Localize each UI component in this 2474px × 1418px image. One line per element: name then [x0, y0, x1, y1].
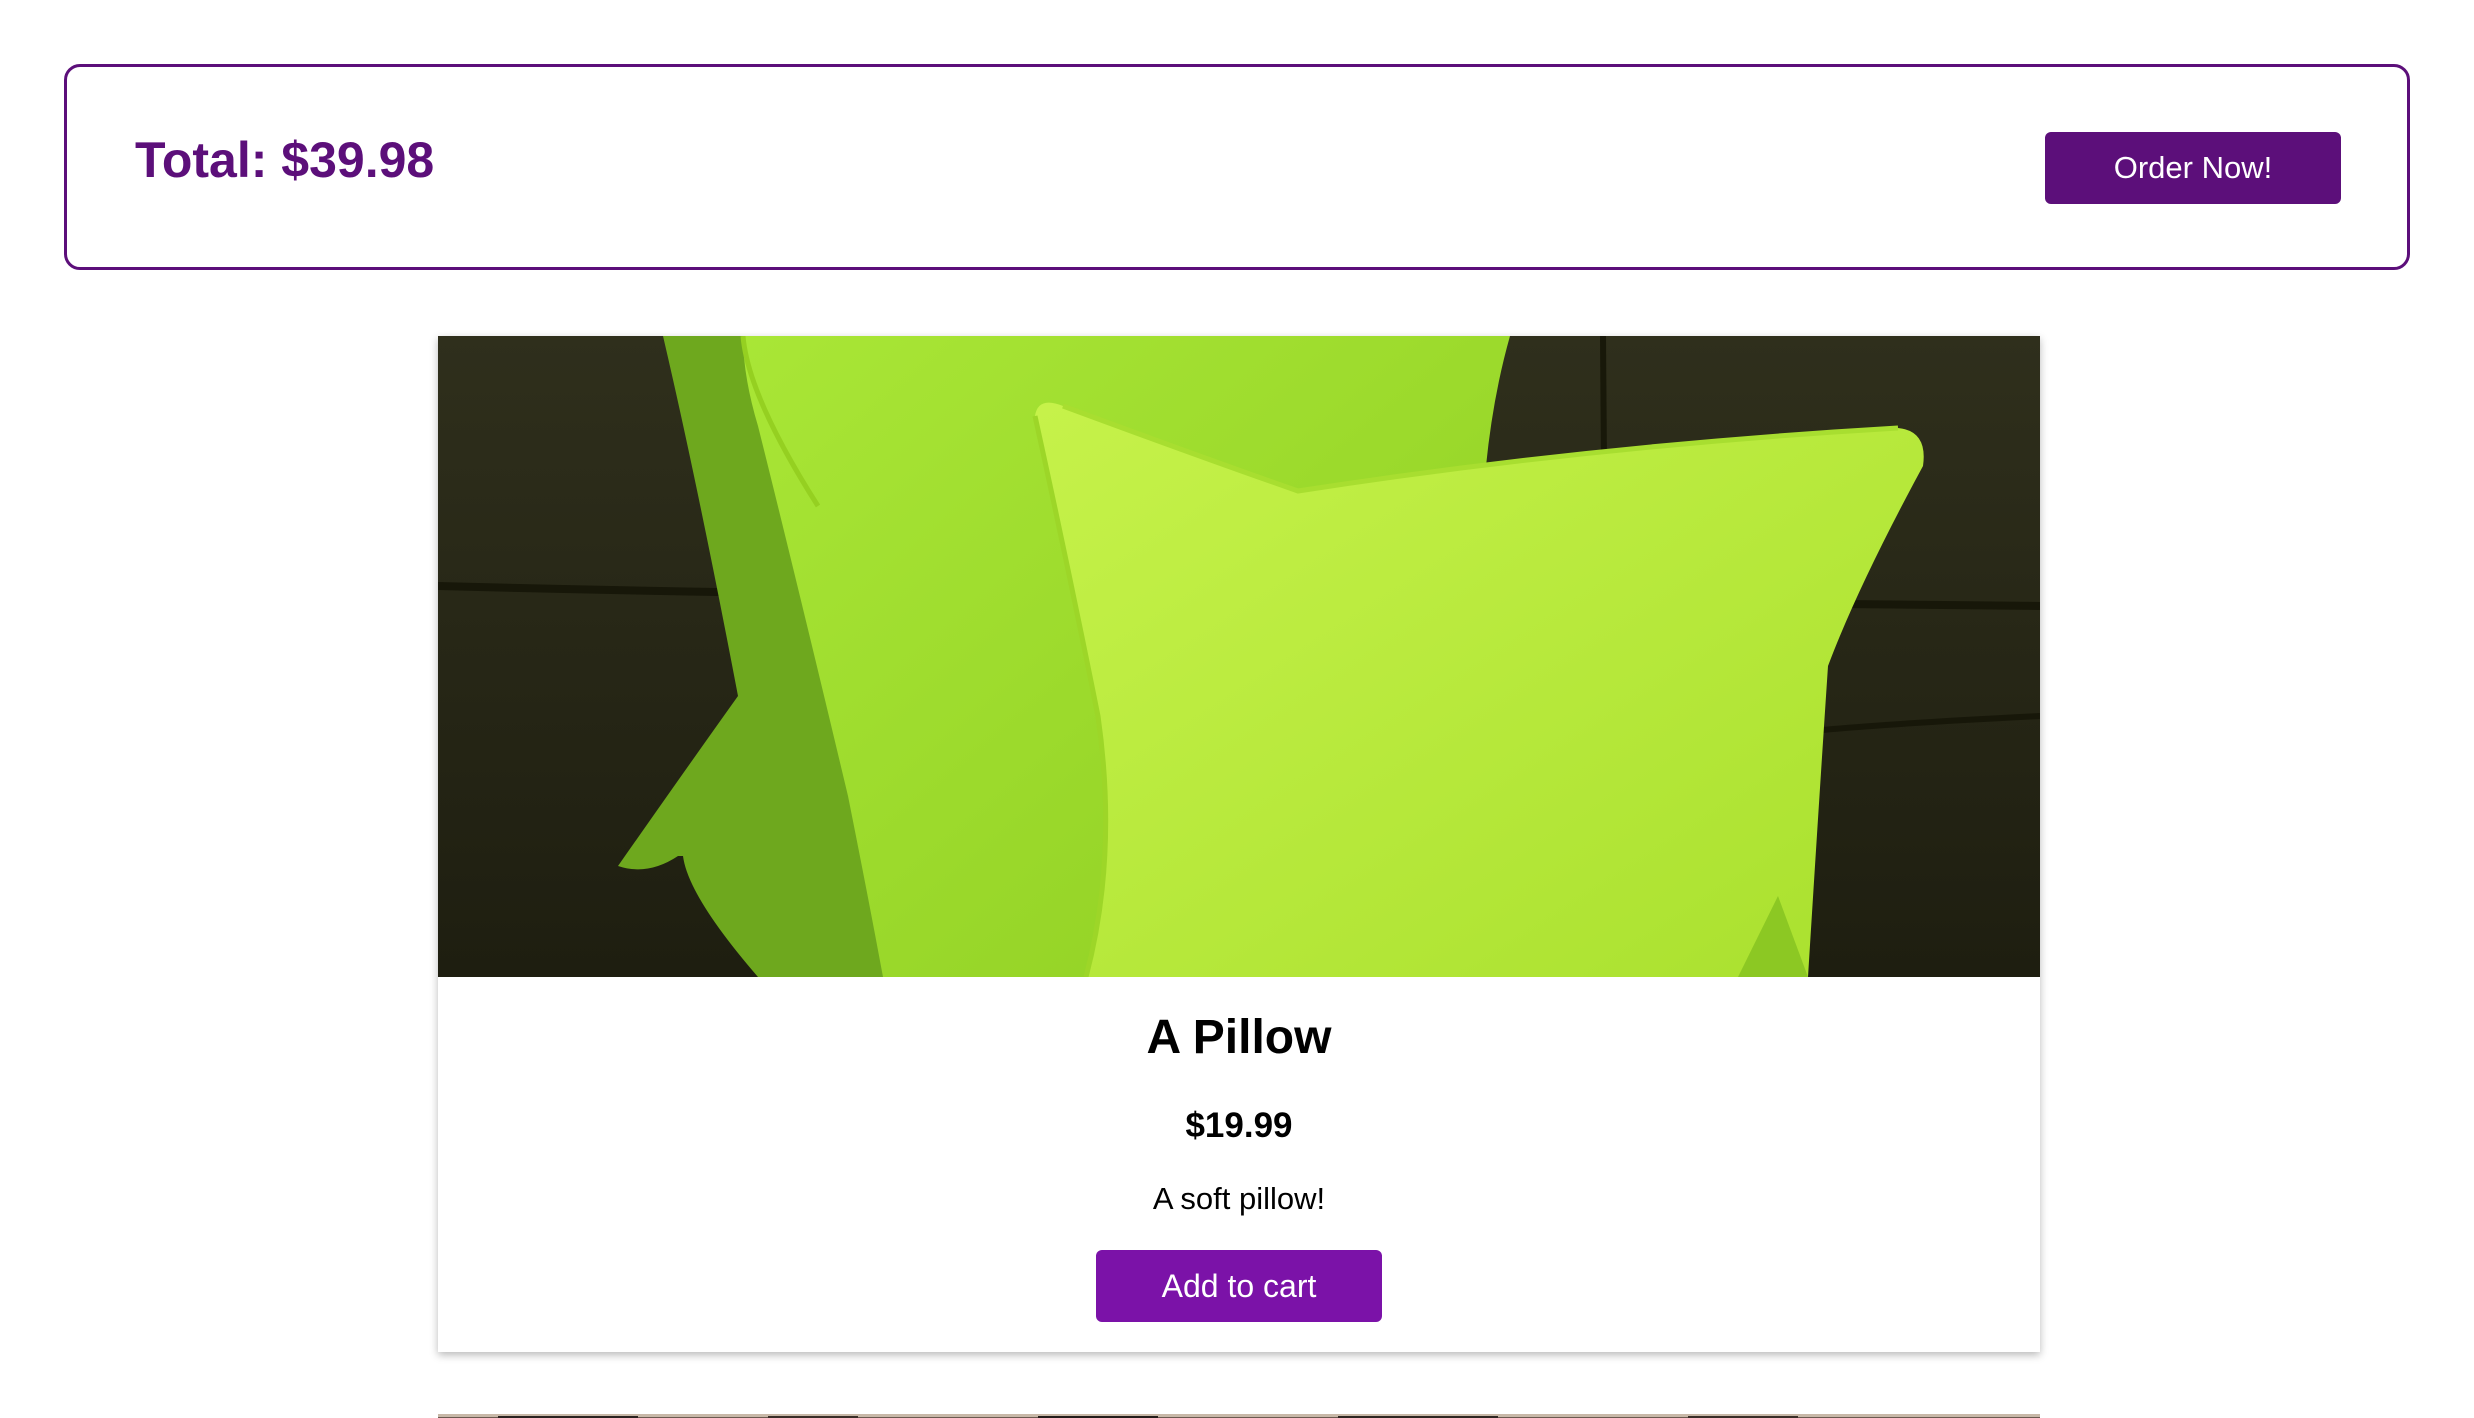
shop-page: Total: $39.98 Order Now! A Pillow $19.99… — [0, 0, 2474, 1418]
product-title: A Pillow — [1146, 1011, 1332, 1064]
order-now-button[interactable]: Order Now! — [2045, 132, 2341, 204]
next-product-card-edge — [438, 1414, 2040, 1418]
product-image — [438, 336, 2040, 977]
next-product-image — [438, 1414, 2040, 1418]
product-description: A soft pillow! — [1152, 1181, 1326, 1216]
product-price: $19.99 — [1185, 1106, 1293, 1145]
add-to-cart-button[interactable]: Add to cart — [1096, 1250, 1382, 1322]
cart-total: Total: $39.98 — [135, 132, 435, 188]
product-card: A Pillow $19.99 A soft pillow! Add to ca… — [438, 336, 2040, 1352]
cart-summary: Total: $39.98 Order Now! — [64, 64, 2410, 270]
